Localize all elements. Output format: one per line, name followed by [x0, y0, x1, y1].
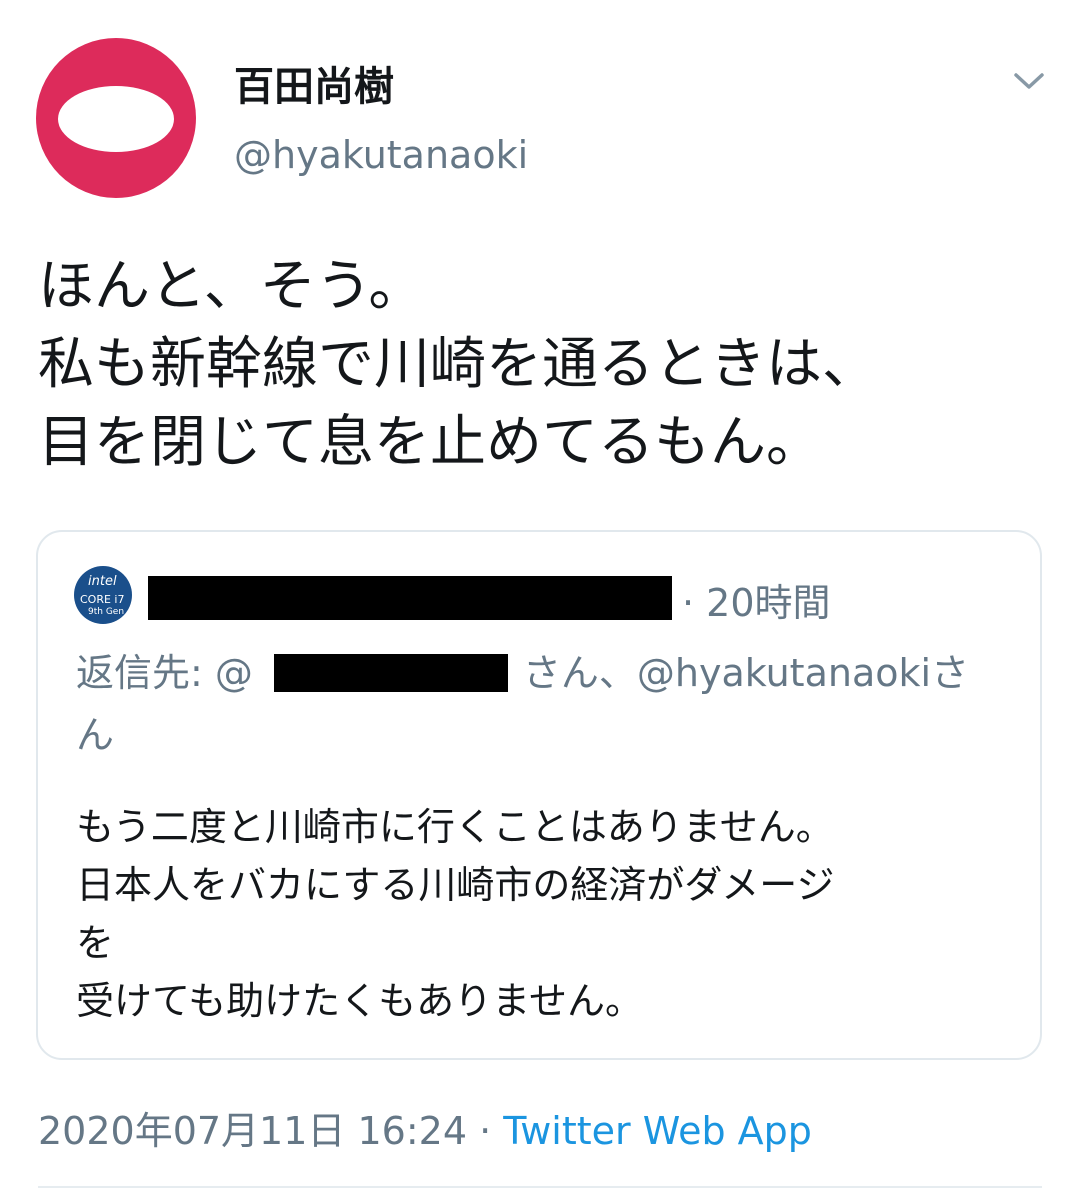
tweet-source-link[interactable]: Twitter Web App — [503, 1109, 812, 1153]
redacted-author-name — [148, 576, 672, 620]
avatar-line2-text: 9th Gen — [88, 607, 125, 617]
avatar-shape — [58, 86, 174, 152]
meta-separator: · — [479, 1109, 492, 1153]
reply-prefix: 返信先: @ — [76, 651, 253, 695]
chevron-down-icon[interactable] — [1012, 66, 1046, 96]
author-avatar[interactable] — [36, 38, 196, 198]
author-display-name[interactable]: 百田尚樹 — [234, 54, 394, 112]
divider — [38, 1186, 1042, 1188]
quoted-timestamp[interactable]: · 20時間 — [682, 572, 831, 627]
quoted-tweet-text: もう二度と川崎市に行くことはありません。 日本人をバカにする川崎市の経済がダメー… — [76, 805, 835, 1023]
author-handle[interactable]: @hyakutanaoki — [234, 133, 528, 177]
avatar-brand-text: intel — [88, 574, 117, 589]
tweet-meta: 2020年07月11日 16:24 · Twitter Web App — [38, 1100, 812, 1155]
quoted-author-avatar[interactable]: intel CORE i7 9th Gen — [74, 566, 132, 624]
avatar-line1-text: CORE i7 — [80, 593, 125, 606]
reply-to-line: 返信先: @ さん、@hyakutanaokiさん — [76, 642, 996, 766]
tweet-timestamp[interactable]: 2020年07月11日 16:24 — [38, 1109, 467, 1153]
quoted-tweet-card[interactable]: intel CORE i7 9th Gen · 20時間 返信先: @ さん、@h… — [36, 530, 1042, 1060]
redacted-reply-handle — [274, 654, 508, 692]
tweet-text: ほんと、そう。 私も新幹線で川崎を通るときは、 目を閉じて息を止めてるもん。 — [38, 254, 878, 475]
